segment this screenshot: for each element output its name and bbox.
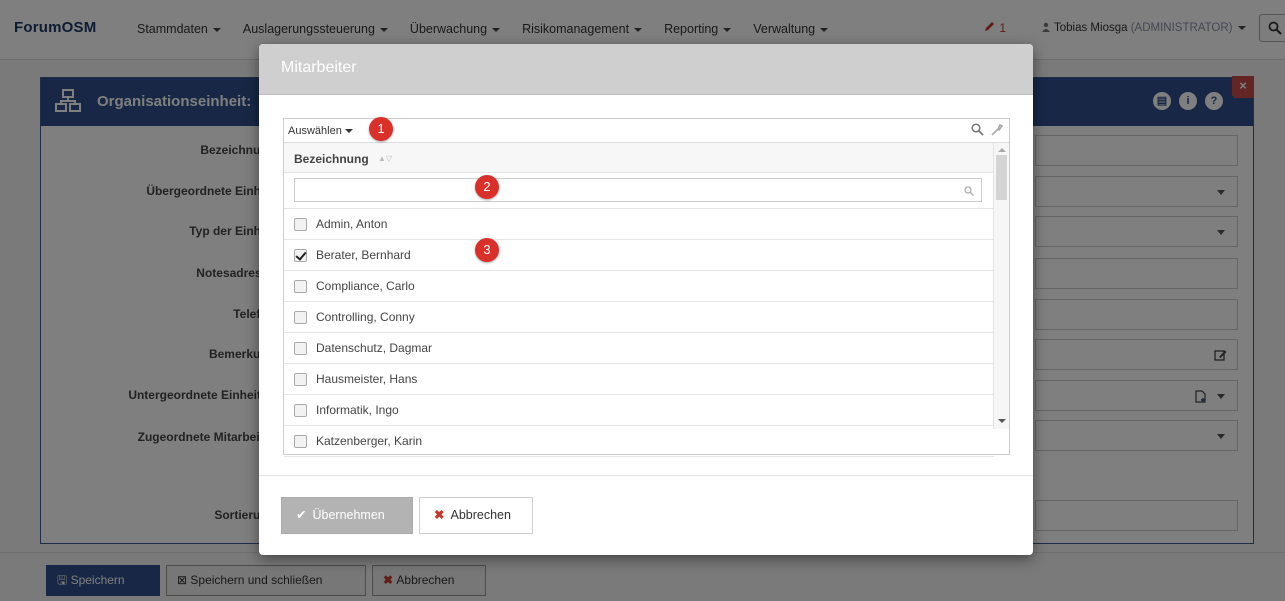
employee-checkbox[interactable] xyxy=(294,404,307,417)
employee-name: Datenschutz, Dagmar xyxy=(316,341,433,355)
dialog-divider xyxy=(259,475,1033,476)
dialog-cancel-label: Abbrechen xyxy=(450,508,511,522)
employee-row[interactable]: Admin, Anton xyxy=(284,209,994,240)
grid-scrollbar[interactable] xyxy=(993,143,1009,429)
employee-name: Katzenberger, Karin xyxy=(316,434,423,448)
employee-name: Informatik, Ingo xyxy=(316,403,399,417)
employee-checkbox[interactable] xyxy=(294,218,307,231)
dialog-header: Mitarbeiter xyxy=(259,44,1033,95)
employee-name: Compliance, Carlo xyxy=(316,279,415,293)
employee-row[interactable]: Compliance, Carlo xyxy=(284,271,994,302)
employee-row[interactable]: Hausmeister, Hans xyxy=(284,364,994,395)
employee-row[interactable]: Datenschutz, Dagmar xyxy=(284,333,994,364)
close-icon: ✖ xyxy=(434,508,445,522)
employee-name: Berater, Bernhard xyxy=(316,248,411,262)
employee-name: Admin, Anton xyxy=(316,217,388,231)
employee-checkbox[interactable] xyxy=(294,311,307,324)
callout-badge-3: 3 xyxy=(475,238,499,262)
filter-row xyxy=(284,173,994,209)
employee-row[interactable]: Berater, Bernhard xyxy=(284,240,994,271)
scrollbar-thumb[interactable] xyxy=(996,155,1007,200)
scroll-up-icon[interactable] xyxy=(998,148,1006,152)
wrench-icon[interactable] xyxy=(990,123,1003,136)
toolbar-icons xyxy=(971,123,1003,136)
scroll-down-icon[interactable] xyxy=(998,419,1006,423)
filter-input[interactable] xyxy=(294,178,982,202)
check-icon: ✔ xyxy=(296,508,307,522)
employee-row[interactable]: Katzenberger, Karin xyxy=(284,426,994,457)
apply-button[interactable]: ✔ Übernehmen xyxy=(281,497,413,534)
callout-badge-2: 2 xyxy=(475,175,499,199)
employee-row[interactable]: Controlling, Conny xyxy=(284,302,994,333)
sort-icon[interactable]: ▲▽ xyxy=(378,154,392,163)
callout-badge-1: 1 xyxy=(369,117,393,141)
employee-row[interactable]: Informatik, Ingo xyxy=(284,395,994,426)
employee-checkbox[interactable] xyxy=(294,373,307,386)
employee-checkbox[interactable] xyxy=(294,342,307,355)
employee-checkbox[interactable] xyxy=(294,435,307,448)
employee-list: Admin, Anton Berater, Bernhard Compliance,… xyxy=(284,209,994,457)
search-icon[interactable] xyxy=(971,123,984,136)
employee-grid: Auswählen Bezeichnung ▲▽ Admin, Anton Ber… xyxy=(283,118,1010,457)
employee-checkbox[interactable] xyxy=(294,280,307,293)
caret-down-icon xyxy=(344,129,353,134)
employee-checkbox[interactable] xyxy=(294,249,307,262)
apply-label: Übernehmen xyxy=(312,508,385,522)
column-header-bezeichnung[interactable]: Bezeichnung ▲▽ xyxy=(284,143,994,173)
dialog-cancel-button[interactable]: ✖ Abbrechen xyxy=(419,497,533,534)
employee-name: Controlling, Conny xyxy=(316,310,415,324)
column-header-label: Bezeichnung xyxy=(294,152,369,166)
employee-name: Hausmeister, Hans xyxy=(316,372,418,386)
select-label: Auswählen xyxy=(288,125,342,137)
select-dropdown[interactable]: Auswählen xyxy=(288,125,353,137)
search-icon xyxy=(964,186,974,196)
dialog-title: Mitarbeiter xyxy=(281,59,357,76)
